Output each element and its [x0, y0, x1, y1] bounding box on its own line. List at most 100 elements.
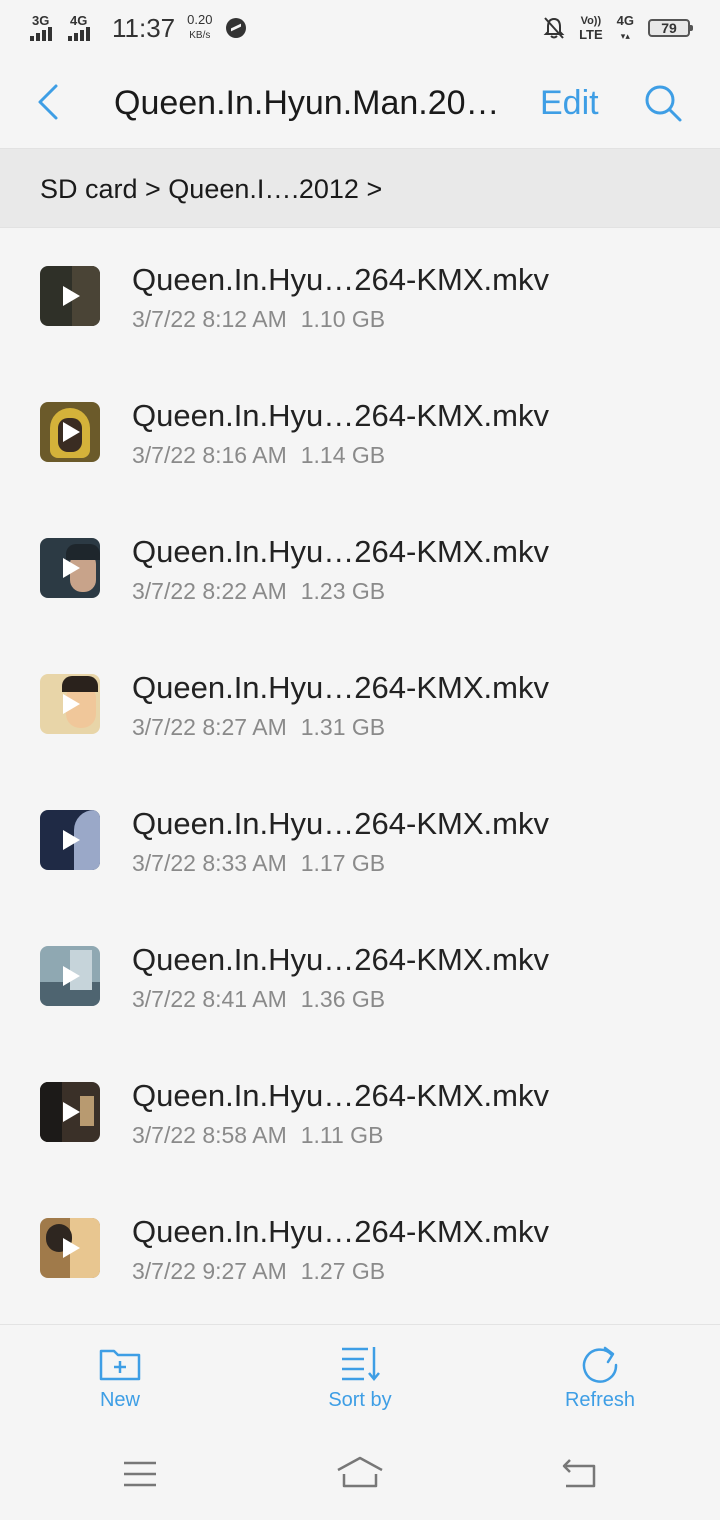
file-meta: 3/7/22 8:16 AM 1.14 GB: [132, 440, 385, 470]
file-date: 3/7/22 9:27 AM: [132, 1258, 287, 1284]
menu-button[interactable]: [118, 1454, 162, 1494]
bottom-toolbar: New Sort by Refresh: [0, 1324, 720, 1432]
file-meta: 3/7/22 8:41 AM 1.36 GB: [132, 984, 385, 1014]
video-thumbnail: [40, 1218, 100, 1278]
file-size: 1.17 GB: [300, 850, 386, 876]
back-icon: [562, 1459, 596, 1488]
data-4g-indicator: 4G ▾▴: [616, 12, 634, 41]
refresh-label: Refresh: [564, 1389, 636, 1411]
file-row[interactable]: Queen.In.Hyu…264-KMX.mkv 3/7/22 8:33 AM 1…: [0, 772, 720, 908]
search-icon: [645, 85, 682, 122]
file-meta: 3/7/22 8:12 AM 1.10 GB: [132, 304, 385, 334]
page-title: Queen.In.Hyun.Man.20…: [114, 84, 500, 122]
menu-icon: [124, 1461, 156, 1487]
video-thumbnail: [40, 674, 100, 734]
file-size: 1.31 GB: [300, 714, 386, 740]
network-speed: 0.20 KB/s: [187, 12, 212, 44]
video-thumbnail: [40, 810, 100, 870]
file-name: Queen.In.Hyu…264-KMX.mkv: [132, 262, 549, 297]
battery-level: 79: [661, 20, 677, 36]
file-meta: 3/7/22 8:22 AM 1.23 GB: [132, 576, 385, 606]
file-date: 3/7/22 8:27 AM: [132, 714, 287, 740]
file-row[interactable]: Queen.In.Hyu…264-KMX.mkv 3/7/22 8:41 AM 1…: [0, 908, 720, 1044]
file-name: Queen.In.Hyu…264-KMX.mkv: [132, 670, 549, 705]
sort-label: Sort by: [328, 1389, 392, 1411]
breadcrumb[interactable]: SD card > Queen.I….2012 >: [0, 148, 720, 228]
volte-bottom: LTE: [579, 27, 603, 42]
status-left: 3G 4G 11:37 0.20 KB/s: [30, 10, 247, 46]
file-date: 3/7/22 8:33 AM: [132, 850, 287, 876]
network-type-2: 4G: [70, 13, 88, 28]
file-name: Queen.In.Hyu…264-KMX.mkv: [132, 806, 549, 841]
file-row[interactable]: Queen.In.Hyu…264-KMX.mkv 3/7/22 8:27 AM 1…: [0, 636, 720, 772]
file-list[interactable]: Queen.In.Hyu…264-KMX.mkv 3/7/22 8:12 AM 1…: [0, 228, 720, 1324]
file-size: 1.10 GB: [300, 306, 386, 332]
signal-3g-icon: 3G: [30, 13, 60, 43]
speed-unit: KB/s: [189, 30, 211, 41]
file-date: 3/7/22 8:16 AM: [132, 442, 287, 468]
file-size: 1.27 GB: [300, 1258, 386, 1284]
clock: 11:37: [112, 12, 176, 43]
edit-button[interactable]: Edit: [540, 80, 599, 126]
file-name: Queen.In.Hyu…264-KMX.mkv: [132, 398, 549, 433]
lte-label: 4G: [616, 12, 634, 28]
video-thumbnail: [40, 1082, 100, 1142]
file-row[interactable]: Queen.In.Hyu…264-KMX.mkv 3/7/22 8:12 AM 1…: [0, 228, 720, 364]
play-icon: [63, 422, 80, 442]
nav-back-button[interactable]: [558, 1454, 602, 1494]
video-thumbnail: [40, 538, 100, 598]
play-icon: [63, 286, 80, 306]
file-row[interactable]: Queen.In.Hyu…264-KMX.mkv 3/7/22 9:27 AM 1…: [0, 1180, 720, 1316]
play-icon: [63, 558, 80, 578]
new-folder-icon: [99, 1349, 141, 1381]
file-meta: 3/7/22 8:58 AM 1.11 GB: [132, 1120, 383, 1150]
home-icon: [337, 1456, 383, 1488]
home-button[interactable]: [334, 1454, 386, 1494]
status-bar: 3G 4G 11:37 0.20 KB/s Vo)) LTE 4G ▾▴ 79: [0, 0, 720, 56]
file-size: 1.36 GB: [300, 986, 386, 1012]
battery-icon: 79: [648, 19, 693, 37]
file-date: 3/7/22 8:22 AM: [132, 578, 287, 604]
video-thumbnail: [40, 402, 100, 462]
messenger-icon: [226, 18, 247, 38]
sort-icon: [342, 1347, 380, 1381]
file-date: 3/7/22 8:12 AM: [132, 306, 287, 332]
file-meta: 3/7/22 9:27 AM 1.27 GB: [132, 1256, 385, 1286]
bell-muted-icon: [543, 17, 565, 39]
refresh-icon: [582, 1346, 618, 1383]
system-nav-bar: [0, 1432, 720, 1520]
new-label: New: [99, 1389, 140, 1411]
file-row[interactable]: Queen.In.Hyu…264-KMX.mkv 3/7/22 8:16 AM 1…: [0, 364, 720, 500]
file-date: 3/7/22 8:58 AM: [132, 1122, 287, 1148]
video-thumbnail: [40, 266, 100, 326]
file-size: 1.14 GB: [300, 442, 386, 468]
sort-button[interactable]: Sort by: [290, 1343, 430, 1423]
file-row[interactable]: Queen.In.Hyu…264-KMX.mkv 3/7/22 8:58 AM 1…: [0, 1044, 720, 1180]
refresh-button[interactable]: Refresh: [530, 1343, 670, 1423]
speed-value: 0.20: [187, 12, 213, 27]
play-icon: [63, 1238, 80, 1258]
file-name: Queen.In.Hyu…264-KMX.mkv: [132, 1214, 549, 1249]
back-button[interactable]: [30, 80, 70, 124]
file-size: 1.23 GB: [300, 578, 386, 604]
play-icon: [63, 966, 80, 986]
video-thumbnail: [40, 946, 100, 1006]
file-name: Queen.In.Hyu…264-KMX.mkv: [132, 1078, 549, 1113]
app-header: Queen.In.Hyun.Man.20… Edit: [0, 56, 720, 148]
file-date: 3/7/22 8:41 AM: [132, 986, 287, 1012]
file-meta: 3/7/22 8:27 AM 1.31 GB: [132, 712, 385, 742]
signal-4g-icon: 4G: [68, 13, 98, 43]
new-button[interactable]: New: [50, 1343, 190, 1423]
play-icon: [63, 830, 80, 850]
file-meta: 3/7/22 8:33 AM 1.17 GB: [132, 848, 385, 878]
volte-indicator: Vo)) LTE: [579, 15, 603, 41]
file-name: Queen.In.Hyu…264-KMX.mkv: [132, 534, 549, 569]
network-type-1: 3G: [32, 13, 50, 28]
breadcrumb-path[interactable]: SD card > Queen.I….2012 >: [40, 171, 382, 207]
chevron-left-icon: [38, 84, 58, 120]
file-row[interactable]: Queen.In.Hyu…264-KMX.mkv 3/7/22 8:22 AM 1…: [0, 500, 720, 636]
play-icon: [63, 694, 80, 714]
search-button[interactable]: [640, 82, 686, 124]
file-size: 1.11 GB: [300, 1122, 384, 1148]
file-name: Queen.In.Hyu…264-KMX.mkv: [132, 942, 549, 977]
